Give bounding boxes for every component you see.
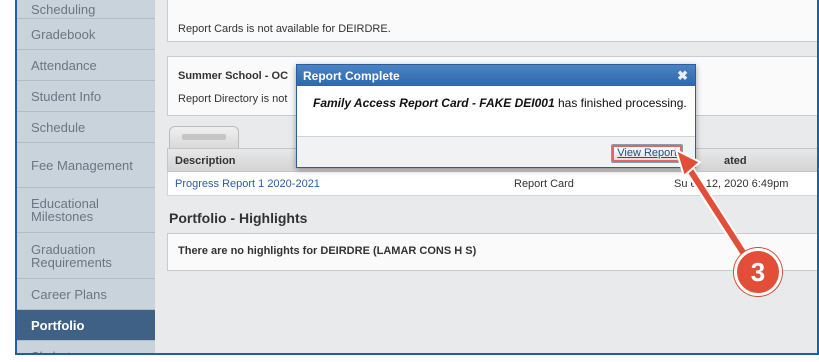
- sidebar-item-fee-management[interactable]: Fee Management: [17, 143, 155, 188]
- sidebar-nav: Scheduling Gradebook Attendance Student …: [17, 0, 155, 354]
- table-row: Progress Report 1 2020-2021 Report Card …: [167, 172, 817, 196]
- report-cards-message: Report Cards is not available for DEIRDR…: [178, 23, 391, 35]
- dialog-message: Family Access Report Card - FAKE DEI001 …: [297, 86, 695, 136]
- sidebar-item-student-info[interactable]: Student Info: [17, 81, 155, 112]
- portfolio-heading: Portfolio - Highlights: [169, 210, 308, 226]
- sidebar-item-portfolio[interactable]: Portfolio: [17, 310, 155, 341]
- dialog-title: Report Complete: [303, 69, 400, 83]
- highlights-panel: There are no highlights for DEIRDRE (LAM…: [167, 233, 817, 271]
- summer-school-title: Summer School - OC: [178, 70, 289, 82]
- report-tab[interactable]: [169, 126, 239, 148]
- column-header-date: ated: [724, 155, 747, 167]
- report-date: Su ep 12, 2020 6:49pm: [674, 178, 789, 190]
- report-complete-dialog: Report Complete ✖ Family Access Report C…: [296, 64, 696, 168]
- dialog-footer: View Report: [297, 136, 695, 167]
- sidebar-item-scheduling[interactable]: Scheduling: [17, 0, 155, 19]
- dialog-message-status: has finished processing.: [554, 96, 687, 110]
- sidebar-item-attendance[interactable]: Attendance: [17, 50, 155, 81]
- report-cards-panel: Report Cards is not available for DEIRDR…: [167, 0, 817, 42]
- report-type: Report Card: [514, 178, 574, 190]
- highlights-message: There are no highlights for DEIRDRE (LAM…: [178, 245, 477, 257]
- sidebar-item-educational-milestones[interactable]: Educational Milestones: [17, 188, 155, 233]
- app-frame: Scheduling Gradebook Attendance Student …: [15, 0, 819, 355]
- step-number-badge: 3: [734, 248, 782, 296]
- report-link[interactable]: Progress Report 1 2020-2021: [175, 178, 320, 190]
- sidebar-item-skylert[interactable]: Skylert: [17, 341, 155, 354]
- sidebar-item-gradebook[interactable]: Gradebook: [17, 19, 155, 50]
- sidebar-item-schedule[interactable]: Schedule: [17, 112, 155, 143]
- dialog-title-bar: Report Complete ✖: [297, 65, 695, 86]
- report-directory-message: Report Directory is not: [178, 93, 288, 105]
- main-content: Report Cards is not available for DEIRDR…: [155, 0, 817, 353]
- view-report-button[interactable]: View Report: [611, 144, 683, 163]
- dialog-message-report-name: Family Access Report Card - FAKE DEI001: [313, 96, 555, 110]
- sidebar-item-career-plans[interactable]: Career Plans: [17, 279, 155, 310]
- column-header-description: Description: [175, 155, 236, 167]
- sidebar-item-graduation-requirements[interactable]: Graduation Requirements: [17, 233, 155, 279]
- close-icon[interactable]: ✖: [677, 68, 688, 84]
